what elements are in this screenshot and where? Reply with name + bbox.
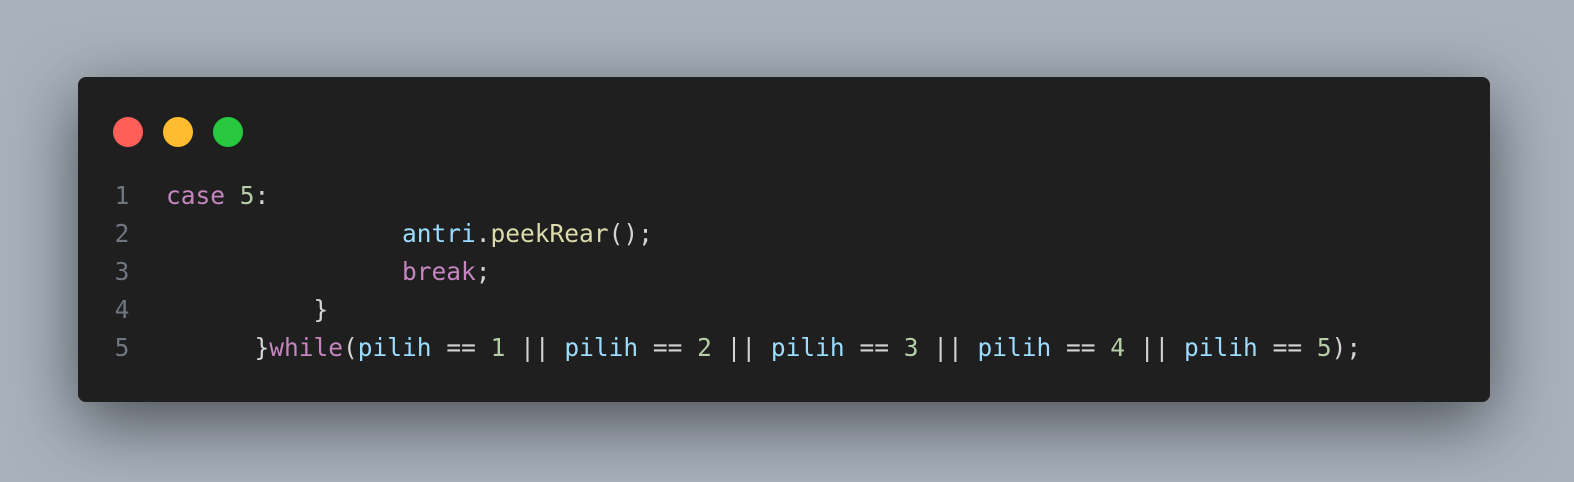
code-token: 2 — [697, 333, 712, 362]
code-line: 2 antri.peekRear(); — [78, 215, 1490, 253]
code-token: pilih — [1184, 333, 1258, 362]
line-number: 4 — [114, 295, 130, 324]
code-line: 4 } — [78, 291, 1490, 329]
code-token: || — [918, 333, 978, 362]
maximize-dot-icon[interactable] — [213, 117, 243, 147]
code-block: 1 case 5: 2 antri.peekRear(); 3 break; 4 } 5 … — [78, 177, 1490, 367]
line-number: 5 — [114, 333, 130, 362]
code-token: == — [1051, 333, 1111, 362]
code-text: case 5: — [166, 177, 269, 215]
code-token: while — [269, 333, 344, 362]
code-token: break — [402, 257, 476, 286]
code-token: ; — [475, 257, 491, 286]
code-line: 1 case 5: — [78, 177, 1490, 215]
window-controls — [113, 117, 243, 147]
code-token: case — [166, 181, 226, 210]
code-token: || — [505, 333, 565, 362]
code-token: 5 — [1316, 333, 1332, 362]
code-token: antri — [402, 219, 476, 248]
code-token: pilih — [357, 333, 432, 362]
code-text: }while(pilih == 1 || pilih == 2 || pilih… — [166, 329, 1362, 367]
code-token: ( — [343, 333, 358, 362]
line-number: 1 — [114, 181, 130, 210]
code-token: 1 — [490, 333, 506, 362]
code-text: antri.peekRear(); — [166, 215, 653, 253]
code-token: } — [166, 295, 329, 324]
code-token: 3 — [903, 333, 919, 362]
code-token: } — [166, 333, 270, 362]
code-token: == — [844, 333, 904, 362]
code-token: pilih — [770, 333, 845, 362]
line-number: 2 — [114, 219, 130, 248]
code-token: pilih — [977, 333, 1052, 362]
minimize-dot-icon[interactable] — [163, 117, 193, 147]
code-token: pilih — [564, 333, 639, 362]
code-token: || — [711, 333, 771, 362]
code-token: || — [1125, 333, 1185, 362]
close-dot-icon[interactable] — [113, 117, 143, 147]
code-token: == — [1257, 333, 1317, 362]
code-token: : — [254, 181, 270, 210]
code-window: 1 case 5: 2 antri.peekRear(); 3 break; 4 } 5 … — [78, 77, 1490, 402]
code-text: break; — [166, 253, 491, 291]
code-line: 3 break; — [78, 253, 1490, 291]
code-token: == — [431, 333, 491, 362]
line-number: 3 — [114, 257, 130, 286]
code-text: } — [166, 291, 329, 329]
code-token: 5 — [239, 181, 255, 210]
code-token: 4 — [1110, 333, 1126, 362]
code-token: . — [475, 219, 491, 248]
code-token: peekRear — [490, 219, 609, 248]
code-token: (); — [608, 219, 653, 248]
code-token: ); — [1331, 333, 1362, 362]
code-token: == — [638, 333, 698, 362]
code-line: 5 }while(pilih == 1 || pilih == 2 || pil… — [78, 329, 1490, 367]
